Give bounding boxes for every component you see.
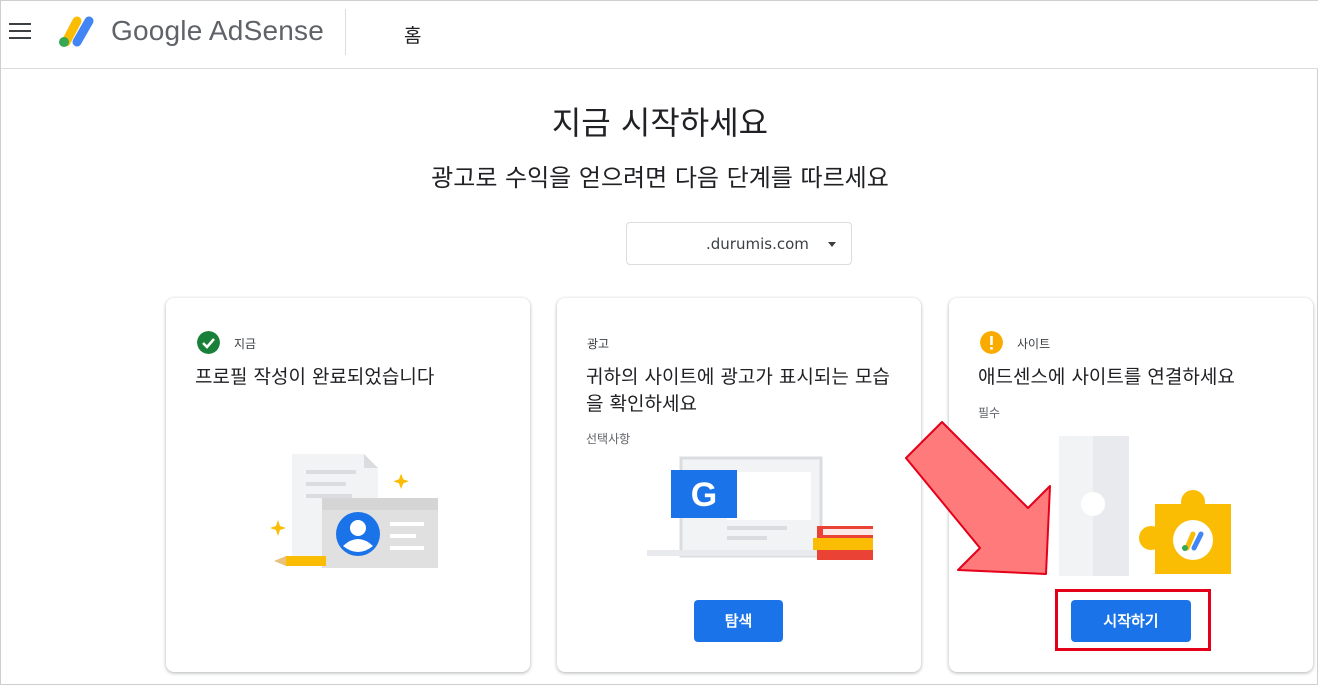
annotation-arrow <box>905 421 1051 575</box>
card-profile: 지금 프로필 작성이 완료되었습니다 <box>166 298 530 672</box>
check-circle-icon <box>197 331 220 354</box>
top-app-bar: Google AdSense 홈 <box>1 1 1318 69</box>
card-title: 귀하의 사이트에 광고가 표시되는 모습을 확인하세요 <box>586 366 890 415</box>
card-title: 프로필 작성이 완료되었습니다 <box>195 366 435 388</box>
header-divider <box>345 9 346 55</box>
card-tag: 사이트 <box>1017 337 1051 351</box>
menu-icon[interactable] <box>9 23 31 41</box>
profile-illustration <box>270 454 438 568</box>
card-subtitle: 선택사항 <box>586 432 631 446</box>
page-subtitle: 광고로 수익을 얻으려면 다음 단계를 따르세요 <box>431 164 889 192</box>
exclamation-circle-icon <box>980 331 1003 354</box>
adsense-logo-icon[interactable] <box>56 11 98 49</box>
site-selector-value: .durumis.com <box>706 235 809 253</box>
breadcrumb: 홈 <box>404 25 422 47</box>
page-title: 지금 시작하세요 <box>551 104 769 142</box>
card-ads-preview: 광고 귀하의 사이트에 광고가 표시되는 모습을 확인하세요 선택사항 G 탐색 <box>557 298 921 672</box>
chevron-down-icon <box>828 242 836 247</box>
connect-site-illustration <box>1059 436 1231 576</box>
ads-preview-illustration: G <box>647 456 873 560</box>
brand-name[interactable]: Google AdSense <box>111 15 324 47</box>
card-tag: 지금 <box>234 337 257 351</box>
svg-text:G: G <box>691 476 717 514</box>
annotation-highlight-box <box>1055 589 1211 651</box>
card-tag: 광고 <box>587 337 610 351</box>
explore-button[interactable]: 탐색 <box>694 600 783 642</box>
card-title: 애드센스에 사이트를 연결하세요 <box>978 366 1235 388</box>
site-selector-dropdown[interactable]: .durumis.com <box>626 222 852 265</box>
